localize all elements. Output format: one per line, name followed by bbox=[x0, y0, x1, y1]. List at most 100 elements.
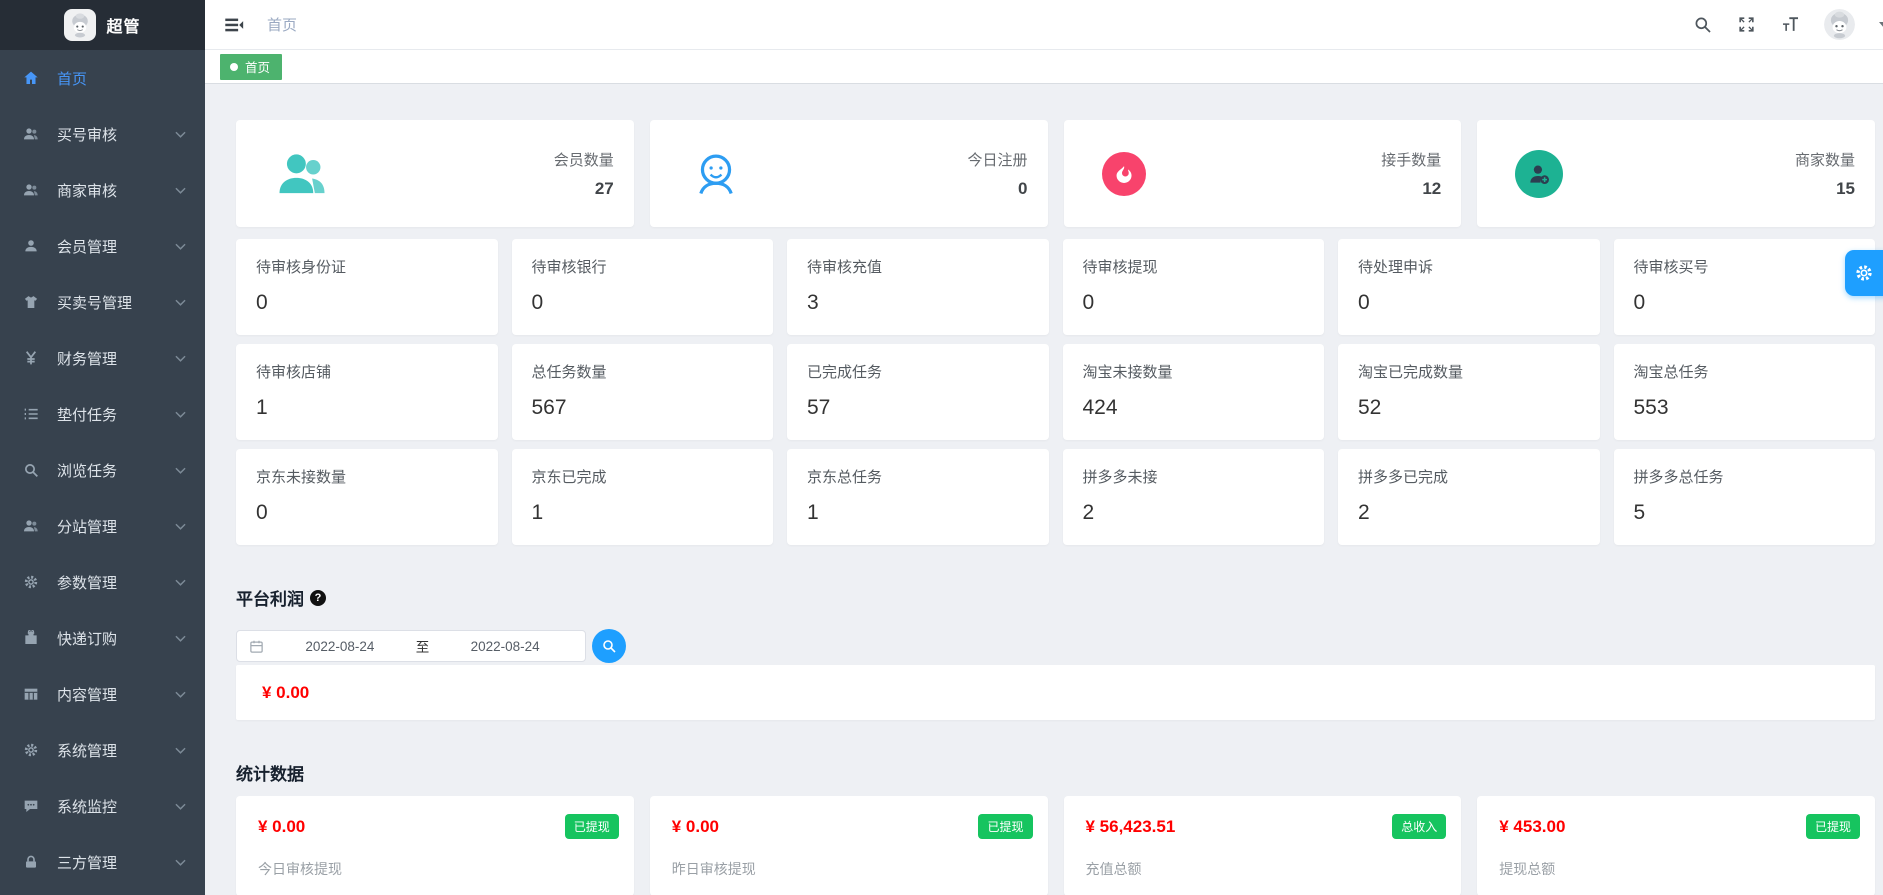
sidebar-item-home[interactable]: 首页 bbox=[0, 50, 205, 106]
stat-card: 待审核身份证0 bbox=[236, 239, 498, 335]
help-icon[interactable]: ? bbox=[310, 590, 326, 606]
sidebar-item-browse-tasks[interactable]: 浏览任务 bbox=[0, 442, 205, 498]
sidebar-item-advance-tasks[interactable]: 垫付任务 bbox=[0, 386, 205, 442]
sidebar-item-label: 系统监控 bbox=[57, 796, 175, 817]
stat-card-value: 0 bbox=[256, 291, 478, 315]
sidebar-item-label: 内容管理 bbox=[57, 684, 175, 705]
chevron-down-icon bbox=[175, 856, 187, 868]
stat-card-label: 待处理申诉 bbox=[1358, 256, 1580, 277]
users-icon bbox=[22, 126, 39, 143]
profit-amount-panel: ¥ 0.00 bbox=[236, 665, 1875, 720]
statistics-card: ¥ 0.00 已提现 今日审核提现 bbox=[236, 796, 634, 895]
date-to-input[interactable]: 2022-08-24 bbox=[437, 639, 573, 654]
stat-card-value: 3 bbox=[807, 291, 1029, 315]
sidebar-item-label: 分站管理 bbox=[57, 516, 175, 537]
chevron-down-icon bbox=[175, 408, 187, 420]
sidebar-item-content-mgmt[interactable]: 内容管理 bbox=[0, 666, 205, 722]
sidebar-item-system-mgmt[interactable]: 系统管理 bbox=[0, 722, 205, 778]
profit-section-title: 平台利润 ? bbox=[236, 585, 1875, 610]
date-from-input[interactable]: 2022-08-24 bbox=[272, 639, 408, 654]
users-icon bbox=[22, 518, 39, 535]
chevron-down-icon bbox=[175, 464, 187, 476]
stat-card: 淘宝未接数量424 bbox=[1063, 344, 1325, 440]
brand: 超管 bbox=[0, 0, 205, 50]
avatar[interactable] bbox=[1824, 9, 1855, 40]
sidebar-item-buyer-review[interactable]: 买号审核 bbox=[0, 106, 205, 162]
profit-title-text: 平台利润 bbox=[236, 585, 304, 610]
calendar-icon bbox=[249, 639, 264, 654]
smiley-icon bbox=[688, 146, 744, 202]
users-icon bbox=[22, 182, 39, 199]
stat-card-value: 5 bbox=[1634, 501, 1856, 525]
app-root: 超管 首页 买号审核 商家审核 会员管理 bbox=[0, 0, 1883, 895]
sidebar-item-system-monitor[interactable]: 系统监控 bbox=[0, 778, 205, 834]
stat-card-value: 1 bbox=[532, 501, 754, 525]
statistics-card: ¥ 56,423.51 总收入 充值总额 bbox=[1064, 796, 1462, 895]
stat-card-label: 淘宝总任务 bbox=[1634, 361, 1856, 382]
overview-card-registered-today: 今日注册 0 bbox=[650, 120, 1048, 227]
overview-card-accepted: 接手数量 12 bbox=[1064, 120, 1462, 227]
profit-search-button[interactable] bbox=[592, 629, 626, 663]
user-menu-caret-icon[interactable] bbox=[1879, 22, 1883, 28]
stat-card-label: 淘宝未接数量 bbox=[1083, 361, 1305, 382]
statistics-cards-row: ¥ 0.00 已提现 今日审核提现 ¥ 0.00 已提现 昨日审核提现 ¥ 56… bbox=[236, 796, 1875, 895]
sidebar-item-express-order[interactable]: 快递订购 bbox=[0, 610, 205, 666]
sidebar-item-finance-mgmt[interactable]: 财务管理 bbox=[0, 330, 205, 386]
stat-card: 淘宝总任务553 bbox=[1614, 344, 1876, 440]
statistics-amount: ¥ 0.00 bbox=[258, 817, 305, 837]
lock-icon bbox=[22, 854, 39, 871]
date-range-input[interactable]: 2022-08-24 至 2022-08-24 bbox=[236, 630, 586, 662]
breadcrumb[interactable]: 首页 bbox=[267, 14, 297, 35]
overview-card-members: 会员数量 27 bbox=[236, 120, 634, 227]
sidebar-item-label: 首页 bbox=[57, 68, 187, 89]
stat-card-label: 拼多多已完成 bbox=[1358, 466, 1580, 487]
stat-card: 淘宝已完成数量52 bbox=[1338, 344, 1600, 440]
chevron-down-icon bbox=[175, 744, 187, 756]
tabbar: 首页 bbox=[205, 50, 1883, 84]
sidebar-item-merchant-review[interactable]: 商家审核 bbox=[0, 162, 205, 218]
stat-card-label: 总任务数量 bbox=[532, 361, 754, 382]
stat-card: 待审核充值3 bbox=[787, 239, 1049, 335]
sidebar-toggle-icon[interactable] bbox=[223, 14, 245, 36]
stat-card-value: 2 bbox=[1083, 501, 1305, 525]
overview-card-label: 接手数量 bbox=[1381, 149, 1441, 170]
statistics-amount: ¥ 56,423.51 bbox=[1086, 817, 1176, 837]
statistics-section-title: 统计数据 bbox=[236, 760, 1875, 785]
chevron-down-icon bbox=[175, 576, 187, 588]
sidebar-item-substation-mgmt[interactable]: 分站管理 bbox=[0, 498, 205, 554]
sidebar-item-label: 财务管理 bbox=[57, 348, 175, 369]
status-badge: 总收入 bbox=[1392, 814, 1446, 839]
statistics-amount: ¥ 453.00 bbox=[1499, 817, 1565, 837]
topbar: 首页 bbox=[205, 0, 1883, 50]
chevron-down-icon bbox=[175, 520, 187, 532]
status-badge: 已提现 bbox=[565, 814, 619, 839]
stat-card: 京东总任务1 bbox=[787, 449, 1049, 545]
stat-card: 总任务数量 567 bbox=[512, 344, 774, 440]
sidebar-item-thirdparty-mgmt[interactable]: 三方管理 bbox=[0, 834, 205, 890]
overview-card-value: 0 bbox=[967, 179, 1027, 199]
chevron-down-icon bbox=[175, 352, 187, 364]
chevron-down-icon bbox=[175, 240, 187, 252]
search-icon[interactable] bbox=[1692, 15, 1712, 35]
settings-fab[interactable] bbox=[1845, 250, 1883, 296]
list-icon bbox=[22, 406, 39, 423]
stat-card-value: 1 bbox=[256, 396, 478, 420]
font-size-icon[interactable] bbox=[1780, 15, 1800, 35]
sidebar-nav: 首页 买号审核 商家审核 会员管理 买卖号管理 bbox=[0, 50, 205, 895]
stat-card-value: 567 bbox=[532, 396, 754, 420]
sidebar-item-member-mgmt[interactable]: 会员管理 bbox=[0, 218, 205, 274]
sidebar-item-account-mgmt[interactable]: 买卖号管理 bbox=[0, 274, 205, 330]
overview-card-label: 会员数量 bbox=[554, 149, 614, 170]
stat-card-label: 待审核提现 bbox=[1083, 256, 1305, 277]
sidebar-item-params-mgmt[interactable]: 参数管理 bbox=[0, 554, 205, 610]
sidebar-item-label: 参数管理 bbox=[57, 572, 175, 593]
status-badge: 已提现 bbox=[1806, 814, 1860, 839]
fullscreen-icon[interactable] bbox=[1736, 15, 1756, 35]
chevron-down-icon bbox=[175, 184, 187, 196]
statistics-card: ¥ 0.00 已提现 昨日审核提现 bbox=[650, 796, 1048, 895]
tab-home[interactable]: 首页 bbox=[220, 54, 282, 80]
stat-card-value: 0 bbox=[256, 501, 478, 525]
stat-card: 拼多多未接2 bbox=[1063, 449, 1325, 545]
stat-card: 待审核买号0 bbox=[1614, 239, 1876, 335]
profit-amount: ¥ 0.00 bbox=[262, 683, 309, 703]
